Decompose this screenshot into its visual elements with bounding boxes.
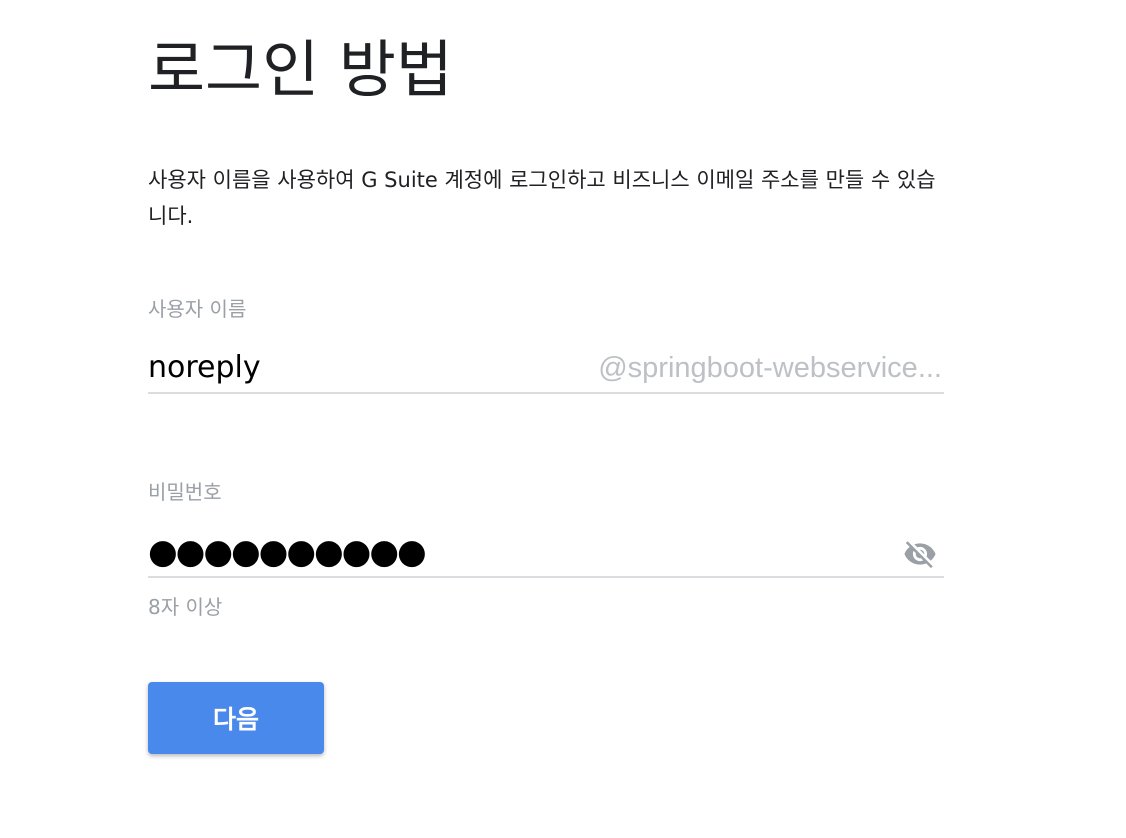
username-input[interactable] — [148, 348, 548, 388]
page-title: 로그인 방법 — [148, 33, 453, 106]
next-button[interactable]: 다음 — [148, 682, 324, 754]
domain-suffix: @springboot-webservice... — [598, 352, 942, 384]
password-hint: 8자 이상 — [148, 595, 223, 619]
password-field[interactable]: ●●●●●●●●●● — [148, 532, 944, 578]
username-label: 사용자 이름 — [148, 297, 247, 321]
username-field[interactable]: @springboot-webservice... — [148, 348, 944, 394]
password-label: 비밀번호 — [148, 480, 222, 504]
visibility-off-icon[interactable] — [900, 534, 940, 574]
password-input[interactable]: ●●●●●●●●●● — [148, 534, 427, 570]
page-description: 사용자 이름을 사용하여 G Suite 계정에 로그인하고 비즈니스 이메일 … — [148, 168, 936, 228]
